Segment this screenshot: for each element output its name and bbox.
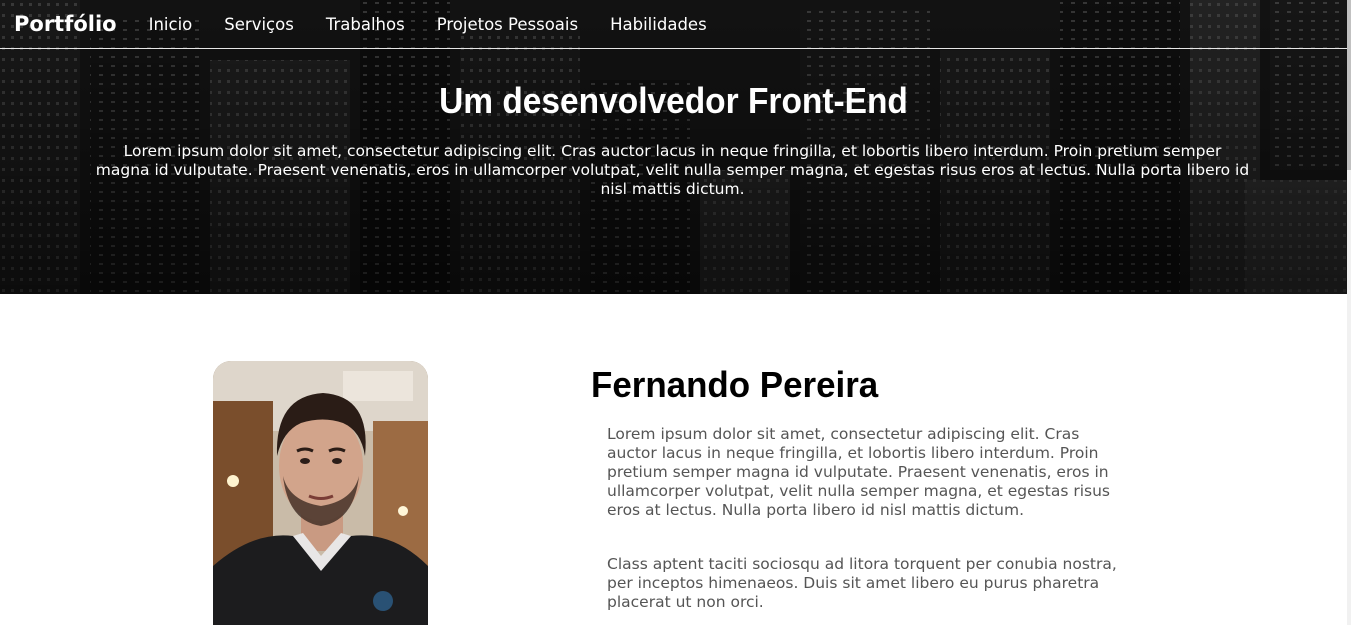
navbar: Portfólio Inicio Serviços Trabalhos Proj… <box>0 0 1347 49</box>
about-section: Fernando Pereira Lorem ipsum dolor sit a… <box>0 294 1347 625</box>
nav-link-trabalhos[interactable]: Trabalhos <box>326 15 405 34</box>
profile-name: Fernando Pereira <box>591 364 879 405</box>
about-paragraph-1: Lorem ipsum dolor sit amet, consectetur … <box>607 425 1110 519</box>
about-paragraph-2: Class aptent taciti sociosqu ad litora t… <box>607 555 1117 611</box>
brand-logo[interactable]: Portfólio <box>14 12 117 36</box>
scrollbar-thumb[interactable] <box>1347 0 1351 170</box>
nav-link-projetos-pessoais[interactable]: Projetos Pessoais <box>437 15 578 34</box>
profile-photo <box>213 361 428 625</box>
nav-link-servicos[interactable]: Serviços <box>224 15 294 34</box>
nav-link-inicio[interactable]: Inicio <box>149 15 193 34</box>
nav-link-habilidades[interactable]: Habilidades <box>610 15 707 34</box>
hero-title: Um desenvolvedor Front-End <box>439 80 908 121</box>
hero-description: Lorem ipsum dolor sit amet, consectetur … <box>95 142 1250 198</box>
profile-photo-illustration <box>213 361 428 625</box>
page: Portfólio Inicio Serviços Trabalhos Proj… <box>0 0 1351 625</box>
page-scrollbar[interactable] <box>1347 0 1351 625</box>
hero-section: Portfólio Inicio Serviços Trabalhos Proj… <box>0 0 1347 294</box>
